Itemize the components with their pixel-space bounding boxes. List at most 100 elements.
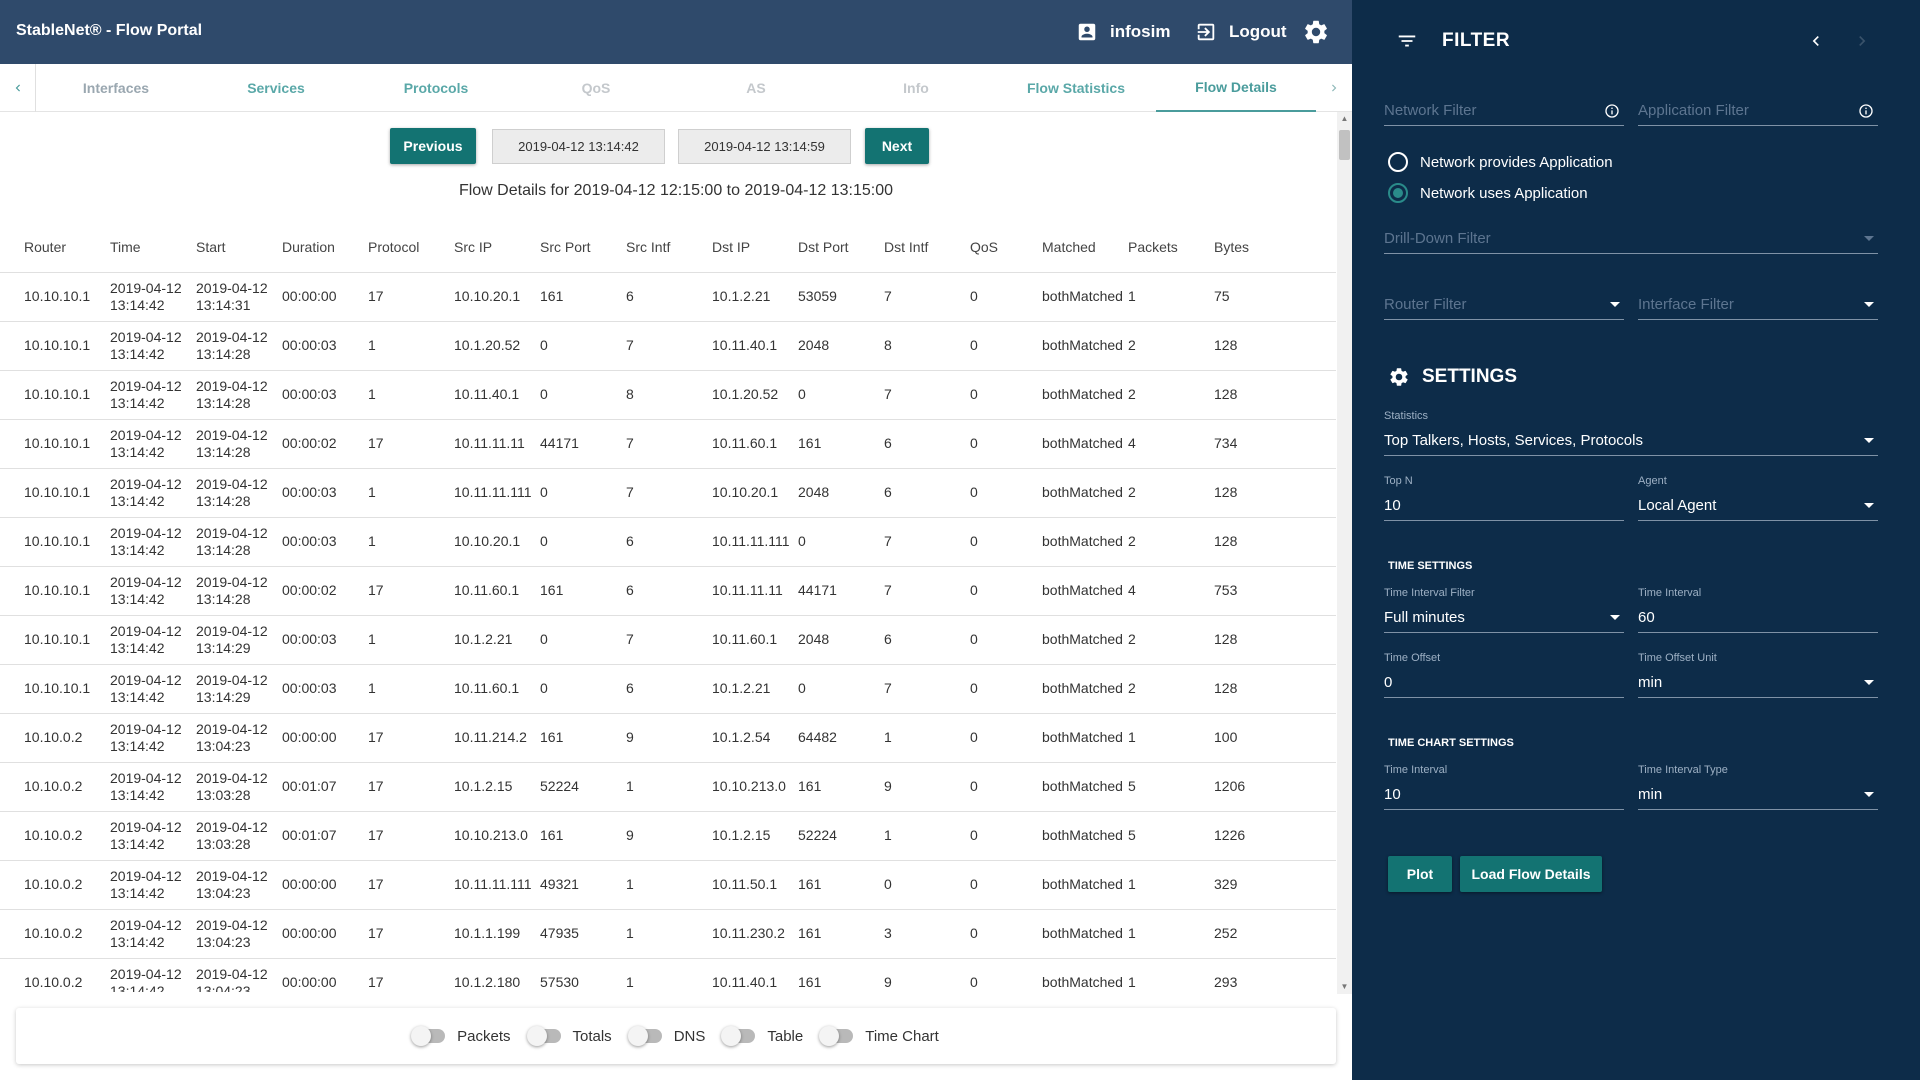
table-cell: 0 xyxy=(970,762,1042,812)
table-cell: 1 xyxy=(626,909,712,959)
column-header[interactable]: Src Intf xyxy=(626,222,712,273)
table-cell: 6 xyxy=(884,468,970,518)
info-icon[interactable] xyxy=(1858,103,1874,119)
column-header[interactable]: Dst Intf xyxy=(884,222,970,273)
table-cell: 329 xyxy=(1214,860,1336,910)
toggle-table[interactable]: Table xyxy=(721,1026,803,1046)
table-cell: 0 xyxy=(540,517,626,567)
tab-flow-statistics[interactable]: Flow Statistics xyxy=(996,64,1156,112)
date-from-field[interactable]: 2019-04-12 13:14:42 xyxy=(492,129,665,164)
column-header[interactable]: Src IP xyxy=(454,222,540,273)
account-box-icon xyxy=(1078,23,1096,41)
logout-button[interactable]: Logout xyxy=(1195,18,1287,46)
scrollbar-thumb[interactable] xyxy=(1339,130,1350,160)
table-cell: 0 xyxy=(970,370,1042,420)
table-cell: 57530 xyxy=(540,958,626,992)
table-cell: 17 xyxy=(368,419,454,469)
tab-services[interactable]: Services xyxy=(196,64,356,112)
table-row[interactable]: 10.10.10.1 2019-04-12 13:14:42 2019-04-12 … xyxy=(0,664,1336,714)
toggle-packets[interactable]: Packets xyxy=(411,1026,511,1046)
radio-network-provides-application[interactable]: Network provides Application xyxy=(1388,152,1613,172)
table-row[interactable]: 10.10.0.2 2019-04-12 13:14:42 2019-04-12 1… xyxy=(0,713,1336,763)
table-cell: bothMatched xyxy=(1042,811,1128,861)
table-cell: 10.1.20.52 xyxy=(454,321,540,371)
table-row[interactable]: 10.10.0.2 2019-04-12 13:14:42 2019-04-12 1… xyxy=(0,958,1336,992)
scroll-down-arrow-icon[interactable]: ▼ xyxy=(1337,980,1352,994)
interface-filter-select[interactable]: Interface Filter xyxy=(1638,284,1878,320)
drill-down-filter-select[interactable]: Drill-Down Filter xyxy=(1384,218,1878,254)
column-header[interactable]: Bytes xyxy=(1214,222,1336,273)
table-row[interactable]: 10.10.0.2 2019-04-12 13:14:42 2019-04-12 1… xyxy=(0,909,1336,959)
top-n-input[interactable]: Top N 10 xyxy=(1384,475,1624,521)
user-menu-button[interactable]: infosim xyxy=(1076,18,1170,46)
chart-time-interval-type-select[interactable]: Time Interval Type min xyxy=(1638,764,1878,810)
column-header[interactable]: Router xyxy=(0,222,110,273)
user-name: infosim xyxy=(1110,22,1171,41)
table-row[interactable]: 10.10.0.2 2019-04-12 13:14:42 2019-04-12 1… xyxy=(0,811,1336,861)
table-cell: 2019-04-12 13:14:42 xyxy=(110,468,196,518)
column-header[interactable]: Duration xyxy=(282,222,368,273)
chart-time-interval-input[interactable]: Time Interval 10 xyxy=(1384,764,1624,810)
table-row[interactable]: 10.10.10.1 2019-04-12 13:14:42 2019-04-12 … xyxy=(0,370,1336,420)
agent-select[interactable]: Agent Local Agent xyxy=(1638,475,1878,521)
table-cell: 0 xyxy=(970,419,1042,469)
column-header[interactable]: Time xyxy=(110,222,196,273)
toggle-time-chart[interactable]: Time Chart xyxy=(819,1026,939,1046)
tab-interfaces[interactable]: Interfaces xyxy=(36,64,196,112)
statistics-select[interactable]: Statistics Top Talkers, Hosts, Services,… xyxy=(1384,410,1878,456)
tab-protocols[interactable]: Protocols xyxy=(356,64,516,112)
info-icon[interactable] xyxy=(1604,103,1620,119)
radio-unchecked-icon xyxy=(1388,152,1408,172)
date-to-field[interactable]: 2019-04-12 13:14:59 xyxy=(678,129,851,164)
column-header[interactable]: Matched xyxy=(1042,222,1128,273)
next-button[interactable]: Next xyxy=(865,128,929,164)
table-cell: 10.1.2.180 xyxy=(454,958,540,992)
table-cell: 2019-04-12 13:04:23 xyxy=(196,713,282,763)
toggle-totals[interactable]: Totals xyxy=(526,1026,612,1046)
application-filter-input[interactable]: Application Filter xyxy=(1638,90,1878,126)
previous-button[interactable]: Previous xyxy=(390,128,476,164)
table-row[interactable]: 10.10.10.1 2019-04-12 13:14:42 2019-04-12 … xyxy=(0,468,1336,518)
table-row[interactable]: 10.10.10.1 2019-04-12 13:14:42 2019-04-12 … xyxy=(0,419,1336,469)
toggle-dns[interactable]: DNS xyxy=(627,1026,705,1046)
tab-flow-details[interactable]: Flow Details xyxy=(1156,64,1316,112)
table-cell: 128 xyxy=(1214,615,1336,665)
column-header[interactable]: Src Port xyxy=(540,222,626,273)
table-row[interactable]: 10.10.0.2 2019-04-12 13:14:42 2019-04-12 1… xyxy=(0,860,1336,910)
table-row[interactable]: 10.10.10.1 2019-04-12 13:14:42 2019-04-12 … xyxy=(0,566,1336,616)
table-row[interactable]: 10.10.10.1 2019-04-12 13:14:42 2019-04-12 … xyxy=(0,517,1336,567)
column-header[interactable]: Packets xyxy=(1128,222,1214,273)
scroll-up-arrow-icon[interactable]: ▲ xyxy=(1337,112,1352,126)
time-interval-filter-select[interactable]: Time Interval Filter Full minutes xyxy=(1384,587,1624,633)
tab-qos[interactable]: QoS xyxy=(516,64,676,112)
table-row[interactable]: 10.10.10.1 2019-04-12 13:14:42 2019-04-12 … xyxy=(0,321,1336,371)
chevron-right-icon[interactable] xyxy=(1852,30,1872,52)
time-offset-input[interactable]: Time Offset 0 xyxy=(1384,652,1624,698)
column-header[interactable]: Start xyxy=(196,222,282,273)
table-cell: 161 xyxy=(798,958,884,992)
column-header[interactable]: QoS xyxy=(970,222,1042,273)
column-header[interactable]: Dst Port xyxy=(798,222,884,273)
network-filter-input[interactable]: Network Filter xyxy=(1384,90,1624,126)
time-interval-input[interactable]: Time Interval 60 xyxy=(1638,587,1878,633)
column-header[interactable]: Protocol xyxy=(368,222,454,273)
tab-info[interactable]: Info xyxy=(836,64,996,112)
column-header[interactable]: Dst IP xyxy=(712,222,798,273)
radio-network-uses-application[interactable]: Network uses Application xyxy=(1388,183,1588,203)
plot-button[interactable]: Plot xyxy=(1388,856,1452,892)
tab-scroll-right-button[interactable] xyxy=(1316,64,1352,112)
tab-as[interactable]: AS xyxy=(676,64,836,112)
table-row[interactable]: 10.10.0.2 2019-04-12 13:14:42 2019-04-12 1… xyxy=(0,762,1336,812)
router-filter-select[interactable]: Router Filter xyxy=(1384,284,1624,320)
table-cell: 17 xyxy=(368,860,454,910)
time-offset-unit-select[interactable]: Time Offset Unit min xyxy=(1638,652,1878,698)
table-cell: 1 xyxy=(884,713,970,763)
gear-icon[interactable] xyxy=(1302,18,1330,46)
table-row[interactable]: 10.10.10.1 2019-04-12 13:14:42 2019-04-12 … xyxy=(0,272,1336,322)
chevron-left-icon[interactable] xyxy=(1806,30,1826,52)
table-scrollbar[interactable]: ▲ ▼ xyxy=(1337,112,1352,994)
table-row[interactable]: 10.10.10.1 2019-04-12 13:14:42 2019-04-12 … xyxy=(0,615,1336,665)
table-cell: 2019-04-12 13:14:29 xyxy=(196,615,282,665)
load-flow-details-button[interactable]: Load Flow Details xyxy=(1460,856,1602,892)
tab-scroll-left-button[interactable] xyxy=(0,64,36,112)
